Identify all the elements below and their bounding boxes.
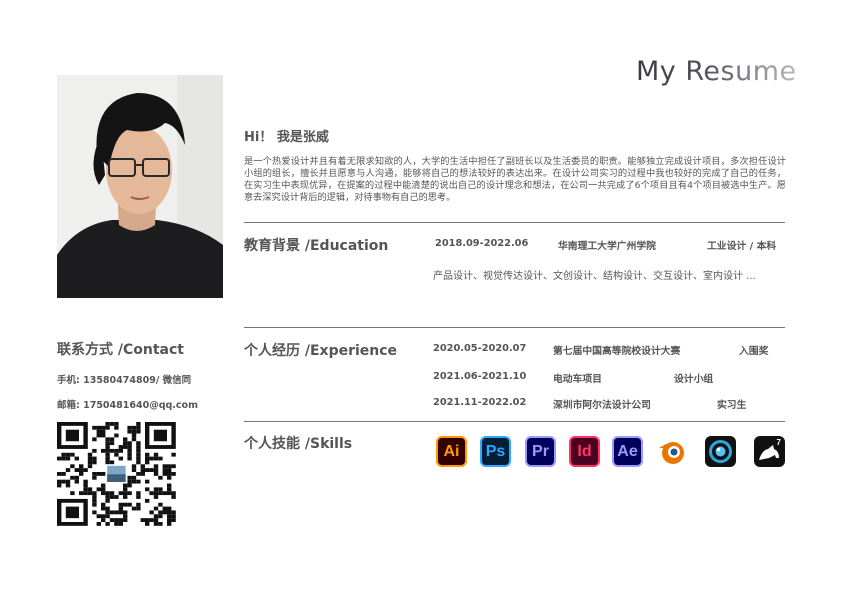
experience-role: 设计小组	[674, 374, 714, 385]
experience-name: 深圳市阿尔法设计公司	[553, 400, 651, 411]
education-school: 华南理工大学广州学院	[558, 241, 656, 252]
rhino-icon: 7	[754, 436, 785, 467]
phone-text: 手机: 13580474809/ 微信同	[57, 375, 192, 386]
profile-photo	[57, 75, 223, 298]
wechat-qr-code	[57, 422, 190, 540]
after-effects-icon: Ae	[612, 436, 643, 467]
keyshot-icon	[705, 436, 736, 467]
education-heading: 教育背景 /Education	[244, 238, 389, 254]
education-period: 2018.09-2022.06	[435, 238, 529, 249]
photoshop-icon: Ps	[480, 436, 511, 467]
skill-label: Id	[577, 442, 592, 460]
experience-heading: 个人经历 /Experience	[244, 343, 398, 359]
divider	[244, 222, 785, 223]
skill-label: Ai	[443, 442, 460, 460]
blender-icon	[656, 436, 687, 467]
email-text: 邮箱: 1750481640@qq.com	[57, 400, 198, 411]
illustrator-icon: Ai	[436, 436, 467, 467]
experience-name: 第七届中国高等院校设计大赛	[553, 346, 681, 357]
greeting-heading: Hi！ 我是张威	[244, 130, 329, 145]
rhino-version: 7	[776, 438, 781, 447]
contact-heading: 联系方式 /Contact	[57, 342, 184, 358]
experience-period: 2021.11-2022.02	[433, 397, 527, 408]
skills-heading: 个人技能 /Skills	[244, 436, 353, 452]
bio-paragraph: 是一个热爱设计并且有着无限求知欲的人，大学的生活中担任了副班长以及生活委员的职责…	[244, 156, 786, 203]
experience-period: 2021.06-2021.10	[433, 371, 527, 382]
divider	[244, 327, 785, 328]
experience-name: 电动车项目	[553, 374, 602, 385]
premiere-icon: Pr	[525, 436, 556, 467]
resume-title: My Resume	[636, 56, 797, 87]
education-major: 工业设计 / 本科	[707, 241, 777, 252]
divider	[244, 421, 785, 422]
experience-period: 2020.05-2020.07	[433, 343, 527, 354]
indesign-icon: Id	[569, 436, 600, 467]
skill-label: Pr	[532, 442, 549, 460]
experience-role: 实习生	[717, 400, 747, 411]
skill-label: Ae	[617, 442, 638, 460]
skill-label: Ps	[485, 442, 506, 460]
experience-role: 入围奖	[739, 346, 769, 357]
education-courses: 产品设计、视觉传达设计、文创设计、结构设计、交互设计、室内设计 ...	[433, 271, 756, 282]
